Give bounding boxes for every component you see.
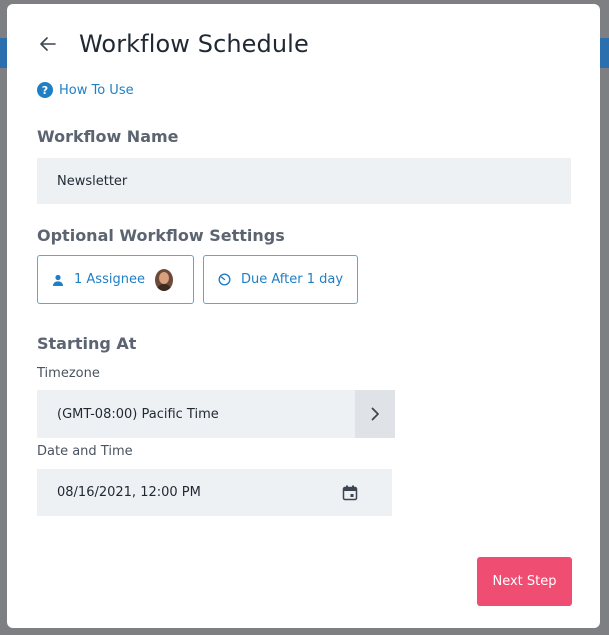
next-step-button[interactable]: Next Step xyxy=(477,557,572,606)
optional-settings-heading: Optional Workflow Settings xyxy=(37,226,285,245)
timezone-select[interactable]: (GMT-08:00) Pacific Time xyxy=(37,390,355,438)
arrow-left-icon xyxy=(40,37,56,51)
due-date-button[interactable]: Due After 1 day xyxy=(203,255,358,304)
chevron-right-icon xyxy=(371,407,379,421)
assignee-button[interactable]: 1 Assignee xyxy=(37,255,194,304)
workflow-schedule-modal: Workflow Schedule ? How To Use Workflow … xyxy=(7,4,600,628)
datetime-label: Date and Time xyxy=(37,444,133,459)
back-button[interactable] xyxy=(37,33,59,55)
calendar-icon[interactable] xyxy=(342,485,358,501)
datetime-input[interactable]: 08/16/2021, 12:00 PM xyxy=(37,469,392,516)
modal-header: Workflow Schedule xyxy=(37,28,309,60)
due-date-label: Due After 1 day xyxy=(241,272,344,287)
person-icon xyxy=(53,274,63,286)
help-icon: ? xyxy=(37,82,53,98)
how-to-use-label: How To Use xyxy=(59,82,134,98)
how-to-use-link[interactable]: ? How To Use xyxy=(37,82,134,98)
avatar xyxy=(154,268,173,291)
starting-at-heading: Starting At xyxy=(37,334,137,353)
workflow-name-heading: Workflow Name xyxy=(37,127,179,146)
assignee-label: 1 Assignee xyxy=(74,272,145,287)
timer-icon xyxy=(218,273,231,286)
timezone-label: Timezone xyxy=(37,366,100,381)
page-title: Workflow Schedule xyxy=(79,30,309,58)
timezone-arrow-button[interactable] xyxy=(355,390,395,438)
workflow-name-input[interactable]: Newsletter xyxy=(37,158,571,204)
